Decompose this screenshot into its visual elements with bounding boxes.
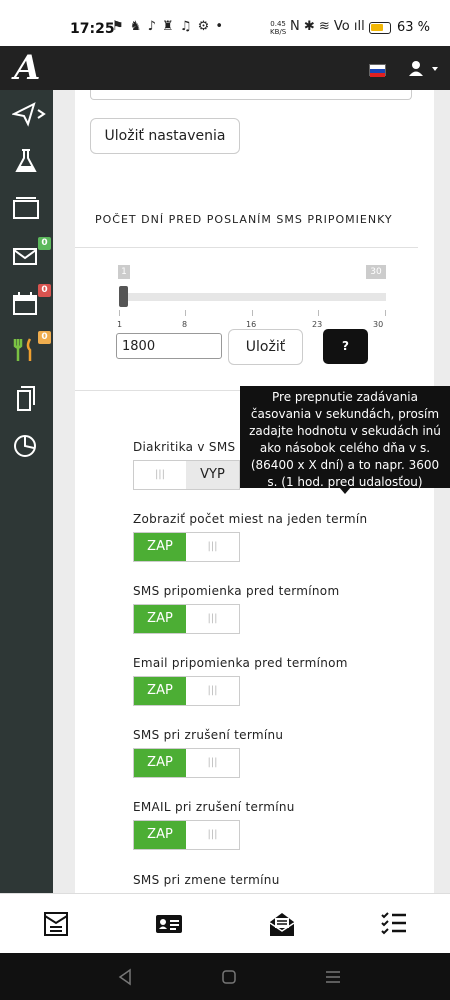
toggle-state: ZAP (134, 677, 186, 705)
send-icon[interactable] (10, 100, 46, 128)
battery-percent: 63 % (397, 20, 431, 35)
toggle-handle: ||| (186, 605, 239, 633)
option-label-sms-zrusenie: SMS pri zrušení termínu (133, 728, 284, 742)
toggle-state: ZAP (134, 821, 186, 849)
user-menu-button[interactable] (408, 58, 438, 80)
mail-icon[interactable] (12, 242, 40, 270)
toggle-state: ZAP (134, 533, 186, 561)
pie-chart-icon[interactable] (12, 432, 40, 460)
system-navigation-bar (0, 953, 450, 1000)
status-bar: 17:25 ⚑ ♞ ♪ ♜ ♫ ⚙ • 0.45 KB/S N ✱ ≋ Vo ıl… (0, 0, 450, 46)
previous-input-field[interactable] (90, 90, 412, 100)
toggle-handle: ||| (186, 533, 239, 561)
tick-label: 8 (182, 320, 188, 329)
calendar-icon[interactable] (12, 290, 40, 318)
newsletter-icon[interactable] (43, 911, 71, 937)
main-content: Uložiť nastavenia POČET DNÍ PRED POSLANÍ… (53, 90, 450, 893)
user-icon (409, 61, 438, 76)
mail-badge: 0 (38, 237, 51, 250)
tick-mark (385, 310, 386, 316)
toggle-state: VYP (186, 461, 239, 489)
days-input[interactable] (116, 333, 222, 359)
option-label-pocet-miest: Zobraziť počet miest na jeden termín (133, 512, 368, 526)
save-days-button[interactable]: Uložiť (228, 329, 303, 365)
option-label-diakritika: Diakritika v SMS (133, 440, 236, 454)
option-label-email-pripomienka: Email pripomienka pred termínom (133, 656, 348, 670)
food-badge: 0 (38, 331, 51, 344)
flask-icon[interactable] (12, 147, 40, 175)
tick-label: 30 (373, 320, 384, 329)
toggle-email-pripomienka[interactable]: ZAP ||| (133, 676, 240, 706)
signal-icons: N ✱ ≋ Vo ıll (290, 19, 365, 34)
folder-icon[interactable] (12, 194, 40, 222)
help-tooltip: Pre prepnutie zadávania časovania v seku… (240, 386, 450, 489)
divider (75, 247, 418, 248)
sms-days-title: POČET DNÍ PRED POSLANÍM SMS PRIPOMIENKY (95, 213, 393, 226)
notification-icons: ⚑ ♞ ♪ ♜ ♫ ⚙ • (112, 19, 225, 34)
contact-card-icon[interactable] (155, 911, 183, 937)
toggle-handle: ||| (186, 749, 239, 777)
food-icon[interactable] (12, 336, 40, 364)
tick-mark (119, 310, 120, 316)
toggle-pocet-miest[interactable]: ZAP ||| (133, 532, 240, 562)
toggle-handle: ||| (186, 821, 239, 849)
days-slider[interactable] (119, 293, 386, 301)
toggle-diakritika[interactable]: ||| VYP (133, 460, 240, 490)
tick-mark (252, 310, 253, 316)
toggle-sms-zrusenie[interactable]: ZAP ||| (133, 748, 240, 778)
option-label-email-zrusenie: EMAIL pri zrušení termínu (133, 800, 295, 814)
toggle-email-zrusenie[interactable]: ZAP ||| (133, 820, 240, 850)
tick-label: 23 (312, 320, 323, 329)
toggle-state: ZAP (134, 605, 186, 633)
checklist-icon[interactable] (380, 911, 408, 937)
battery-icon (369, 22, 391, 34)
toggle-state: ZAP (134, 749, 186, 777)
app-logo[interactable]: A (14, 50, 40, 86)
tick-mark (185, 310, 186, 316)
recents-icon[interactable] (323, 967, 343, 987)
mail-open-icon[interactable] (268, 911, 296, 937)
slider-handle[interactable] (119, 286, 128, 307)
toggle-handle: ||| (134, 461, 186, 489)
toggle-handle: ||| (186, 677, 239, 705)
option-label-sms-pripomienka: SMS pripomienka pred termínom (133, 584, 340, 598)
slider-min-tag: 1 (118, 265, 130, 279)
back-icon[interactable] (116, 967, 136, 987)
toggle-sms-pripomienka[interactable]: ZAP ||| (133, 604, 240, 634)
slider-max-tag: 30 (366, 265, 386, 279)
save-settings-button[interactable]: Uložiť nastavenia (90, 118, 240, 154)
bottom-nav (0, 893, 450, 953)
tick-mark (318, 310, 319, 316)
document-icon[interactable] (12, 385, 40, 413)
tooltip-arrow (339, 487, 351, 494)
network-speed: 0.45 KB/S (270, 20, 287, 36)
help-button[interactable]: ? (323, 329, 368, 364)
settings-panel (75, 90, 434, 893)
tick-label: 16 (246, 320, 257, 329)
sidebar: 0 0 0 (0, 90, 53, 893)
calendar-badge: 0 (38, 284, 51, 297)
option-label-sms-zmena: SMS pri zmene termínu (133, 873, 280, 887)
language-flag-icon[interactable] (369, 64, 386, 77)
home-icon[interactable] (219, 967, 239, 987)
tick-label: 1 (117, 320, 123, 329)
clock: 17:25 (70, 21, 115, 37)
